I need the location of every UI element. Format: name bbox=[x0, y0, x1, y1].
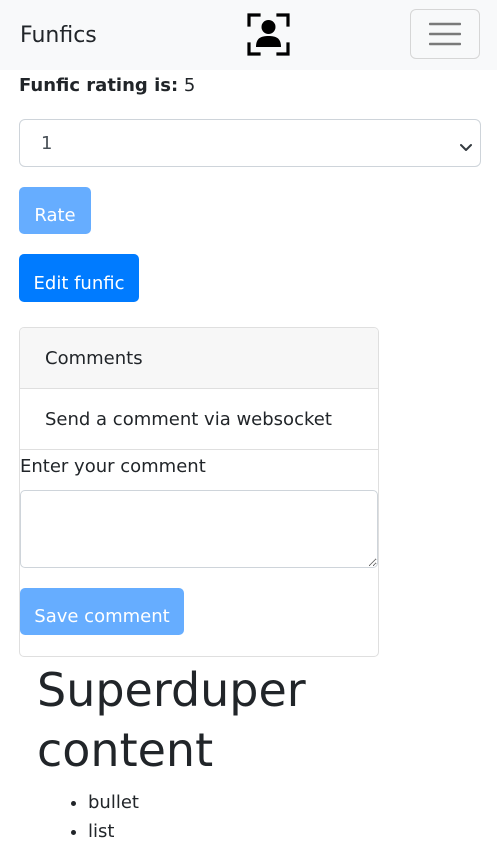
funfic-rating: Funfic rating is: 5 bbox=[19, 74, 195, 98]
edit-funfic-button[interactable]: Edit funfic bbox=[19, 254, 139, 302]
comments-subheader-text: Send a comment via websocket bbox=[45, 409, 332, 430]
comment-input-label: Enter your comment bbox=[20, 456, 206, 477]
chevron-down-icon bbox=[460, 138, 472, 151]
rating-select-value: 1 bbox=[41, 133, 53, 154]
hamburger-menu-icon bbox=[428, 22, 462, 46]
rate-button[interactable]: Rate bbox=[19, 187, 91, 234]
content-heading: Superduper content bbox=[37, 663, 306, 777]
comments-title: Comments bbox=[45, 348, 143, 369]
navbar-toggler-button[interactable] bbox=[410, 9, 480, 59]
save-comment-button[interactable]: Save comment bbox=[20, 588, 184, 635]
brand-link[interactable]: Funfics bbox=[20, 20, 97, 52]
comment-input[interactable] bbox=[20, 490, 378, 568]
list-item: bullet bbox=[88, 788, 139, 817]
comments-card-header: Comments bbox=[20, 328, 378, 389]
rating-value: 5 bbox=[183, 75, 196, 96]
content-bullet-list: bullet list bbox=[38, 788, 139, 846]
comments-card: Comments Send a comment via websocket En… bbox=[19, 327, 379, 657]
top-navbar: Funfics bbox=[0, 0, 497, 70]
user-profile-icon[interactable] bbox=[247, 13, 290, 56]
rating-label: Funfic rating is: bbox=[19, 75, 179, 96]
list-item: list bbox=[88, 817, 139, 846]
rating-select[interactable]: 1 bbox=[19, 119, 481, 167]
comments-subheader: Send a comment via websocket bbox=[20, 389, 378, 450]
